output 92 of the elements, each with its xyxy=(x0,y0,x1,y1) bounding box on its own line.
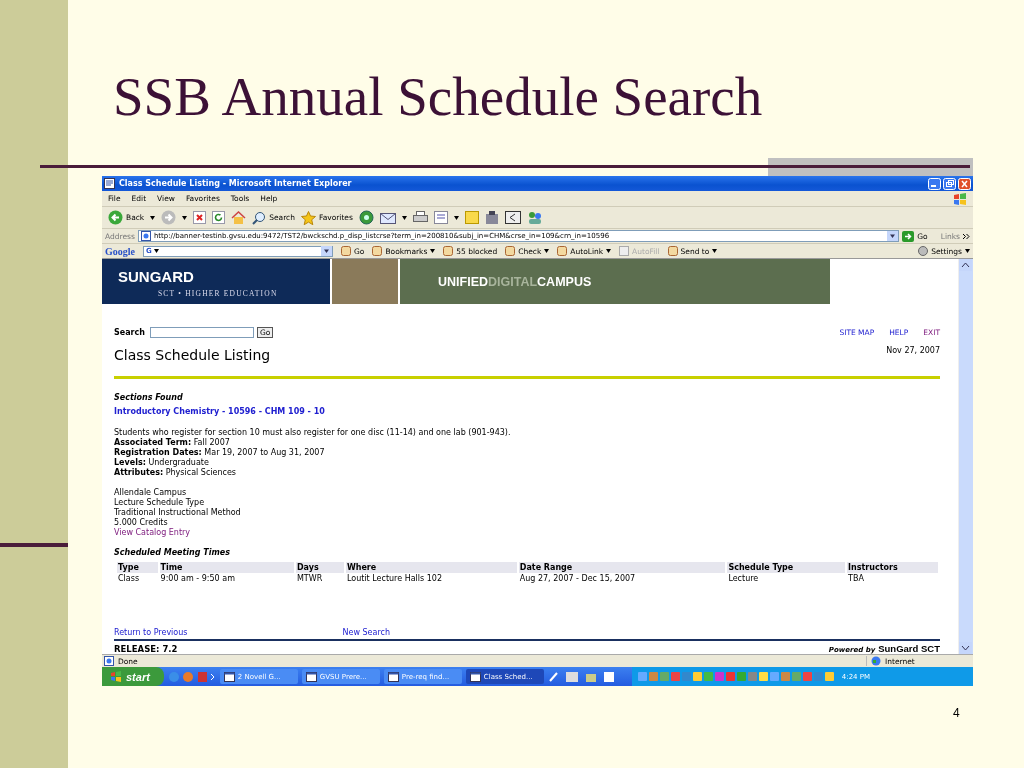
info-text: Traditional Instructional Method xyxy=(114,508,242,518)
release-text: RELEASE: 7.2 xyxy=(114,644,178,654)
minimize-icon[interactable] xyxy=(928,177,941,190)
column-header: Days xyxy=(295,562,344,573)
column-header: Schedule Type xyxy=(727,562,846,573)
gear-icon xyxy=(918,246,929,256)
field-text: Associated Term: Fall 2007 xyxy=(114,438,231,448)
close-icon[interactable] xyxy=(958,177,971,190)
caret-icon xyxy=(453,215,459,220)
search-label: Search xyxy=(114,327,145,337)
star-icon xyxy=(301,210,316,225)
caret-icon xyxy=(150,215,156,220)
caret-icon xyxy=(606,249,612,253)
column-header: Type xyxy=(117,562,158,573)
page-icon xyxy=(140,231,151,241)
stop-icon[interactable] xyxy=(193,211,207,224)
magnifier-icon xyxy=(252,210,267,225)
tray-icons-drawing[interactable] xyxy=(637,671,834,682)
google-logo: Google xyxy=(105,245,135,257)
caret-icon xyxy=(401,215,407,220)
window-icon xyxy=(387,671,399,682)
page-icon xyxy=(104,178,115,189)
toolbar-icon xyxy=(372,246,383,256)
caret-icon xyxy=(153,249,159,253)
people-icon[interactable] xyxy=(526,210,543,225)
table-cell-text: Loutit Lecture Halls 102 xyxy=(345,573,443,584)
footer-link[interactable]: New Search xyxy=(342,628,390,637)
blocked-icon xyxy=(443,246,454,256)
table-cell-text: TBA xyxy=(847,573,865,584)
table-cell-text: 9:00 am - 9:50 am xyxy=(159,573,236,584)
section-link[interactable]: Introductory Chemistry - 10596 - CHM 109 - 10 xyxy=(114,407,940,417)
section-heading: Sections Found xyxy=(114,393,184,403)
footer-link[interactable]: Return to Previous xyxy=(114,628,188,637)
section-heading: Scheduled Meeting Times xyxy=(114,548,232,558)
restore-icon[interactable] xyxy=(943,177,956,190)
table-cell-text: Lecture xyxy=(727,573,760,584)
info-text: 5.000 Credits xyxy=(114,518,169,528)
note-text: Students who register for section 10 must also register for one disc (11-14) and one lab (901-943). xyxy=(114,428,512,438)
slide-title: SSB Annual Schedule Search xyxy=(113,66,764,129)
caret-icon xyxy=(712,249,718,253)
back-arrow-icon xyxy=(108,210,123,225)
window-icon xyxy=(469,671,481,682)
printer-icon[interactable] xyxy=(412,211,428,224)
field-text: Levels: Undergraduate xyxy=(114,458,210,468)
media-icon[interactable] xyxy=(358,210,374,225)
start-button[interactable]: start xyxy=(102,667,164,686)
sungard-logo: SUNGARD xyxy=(118,269,195,285)
page-number: 4 xyxy=(953,706,960,720)
dropdown-icon[interactable] xyxy=(321,246,332,256)
search-field[interactable] xyxy=(149,326,254,338)
go-arrow-icon xyxy=(902,230,915,242)
check-icon xyxy=(505,246,516,256)
document-icon[interactable] xyxy=(433,211,448,224)
toolbar-icon xyxy=(667,246,678,256)
window-icon xyxy=(223,671,235,682)
table-cell-text: Aug 27, 2007 - Dec 15, 2007 xyxy=(518,573,637,584)
window-title: Class Schedule Listing - Microsoft Internet Explorer xyxy=(119,179,353,188)
scrollbar[interactable] xyxy=(958,259,973,654)
caret-icon xyxy=(544,249,550,253)
toolbar-icon xyxy=(619,246,630,256)
catalog-link[interactable]: View Catalog Entry xyxy=(114,528,940,538)
caret-icon xyxy=(182,215,188,220)
windows-flag-icon xyxy=(110,671,122,682)
column-header: Where xyxy=(345,562,517,573)
refresh-icon[interactable] xyxy=(212,211,226,224)
table-cell-text: MTWR xyxy=(295,573,324,584)
field-text: Registration Dates: Mar 19, 2007 to Aug 31, 2007 xyxy=(114,448,326,458)
page-icon xyxy=(104,656,114,666)
info-text: Lecture Schedule Type xyxy=(114,498,206,508)
caret-icon xyxy=(430,249,436,253)
product-name: UNIFIEDDIGITALCAMPUS xyxy=(438,274,592,289)
column-header: Time xyxy=(159,562,294,573)
caret-icon xyxy=(965,249,970,253)
chevron-icon[interactable] xyxy=(963,232,970,240)
mail-icon[interactable] xyxy=(379,211,396,224)
info-text: Allendale Campus xyxy=(114,488,188,498)
column-header: Instructors xyxy=(847,562,938,573)
toolbar-icon xyxy=(341,246,351,256)
column-header: Date Range xyxy=(518,562,726,573)
windows-flag-icon xyxy=(953,192,967,205)
field-text: Attributes: Physical Sciences xyxy=(114,468,237,478)
page-heading: Class Schedule Listing xyxy=(114,346,271,364)
home-icon[interactable] xyxy=(231,211,247,224)
table-cell-text: Class xyxy=(117,573,141,584)
window-icon xyxy=(305,671,317,682)
photo-placeholder xyxy=(332,259,398,304)
screen-icon[interactable] xyxy=(504,211,521,224)
dropdown-icon[interactable] xyxy=(887,231,899,241)
date-text: Nov 27, 2007 xyxy=(886,346,940,357)
globe-icon xyxy=(871,656,881,666)
toolbar-icon xyxy=(557,246,568,256)
brand-text: SunGard SCT xyxy=(878,643,940,654)
